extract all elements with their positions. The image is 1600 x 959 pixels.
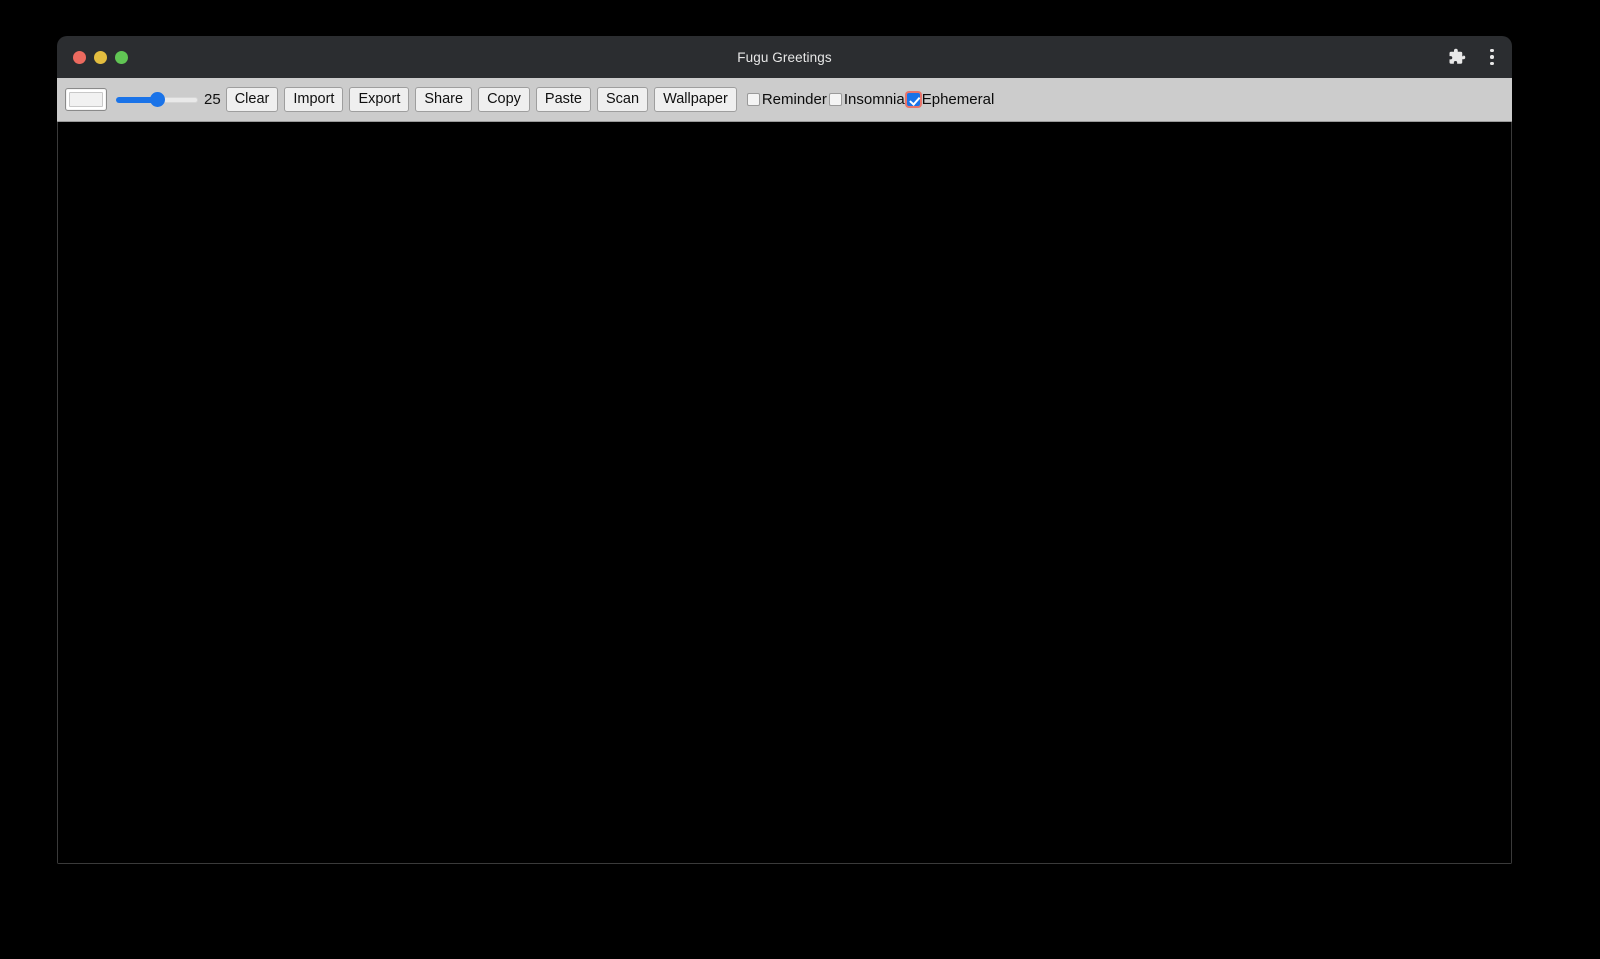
desktop-background: Fugu Greetings 25 Clear Import Export Sh… [0,0,1600,959]
copy-button[interactable]: Copy [478,86,530,113]
reminder-checkbox[interactable]: Reminder [746,91,827,108]
window-title-bar[interactable]: Fugu Greetings [57,36,1512,78]
ephemeral-checkbox[interactable]: Ephemeral [906,91,995,108]
wallpaper-button[interactable]: Wallpaper [654,86,737,113]
scan-button[interactable]: Scan [597,86,649,113]
window-controls [73,50,128,64]
minimize-window-icon[interactable] [94,50,107,64]
line-width-value: 25 [204,91,221,108]
reminder-checkbox-box[interactable] [746,93,760,106]
import-button[interactable]: Import [284,86,344,113]
insomnia-checkbox-box[interactable] [828,93,842,106]
menu-dot [1490,61,1494,66]
reminder-checkbox-label: Reminder [761,91,827,108]
app-toolbar: 25 Clear Import Export Share Copy Paste … [57,78,1512,122]
color-picker-input[interactable] [65,88,107,111]
slider-thumb[interactable] [150,92,166,107]
paste-button[interactable]: Paste [535,86,592,113]
ephemeral-checkbox-label: Ephemeral [921,91,995,108]
export-button[interactable]: Export [349,86,410,113]
share-button[interactable]: Share [415,86,473,113]
color-swatch [69,92,103,107]
extensions-icon[interactable] [1446,46,1468,68]
clear-button[interactable]: Clear [225,86,279,113]
app-window: Fugu Greetings 25 Clear Import Export Sh… [57,36,1512,864]
close-window-icon[interactable] [73,50,86,64]
ephemeral-checkbox-box[interactable] [906,93,920,106]
window-title: Fugu Greetings [737,49,832,65]
drawing-canvas[interactable] [57,122,1512,864]
menu-dot [1490,55,1494,59]
more-menu-icon[interactable] [1482,46,1502,68]
maximize-window-icon[interactable] [115,50,128,64]
line-width-slider[interactable] [116,90,198,110]
insomnia-checkbox-label: Insomnia [843,91,905,108]
titlebar-actions [1446,36,1502,78]
toolbar-checkboxes: Reminder Insomnia Ephemeral [746,91,996,108]
menu-dot [1490,48,1494,53]
insomnia-checkbox[interactable]: Insomnia [828,91,905,108]
